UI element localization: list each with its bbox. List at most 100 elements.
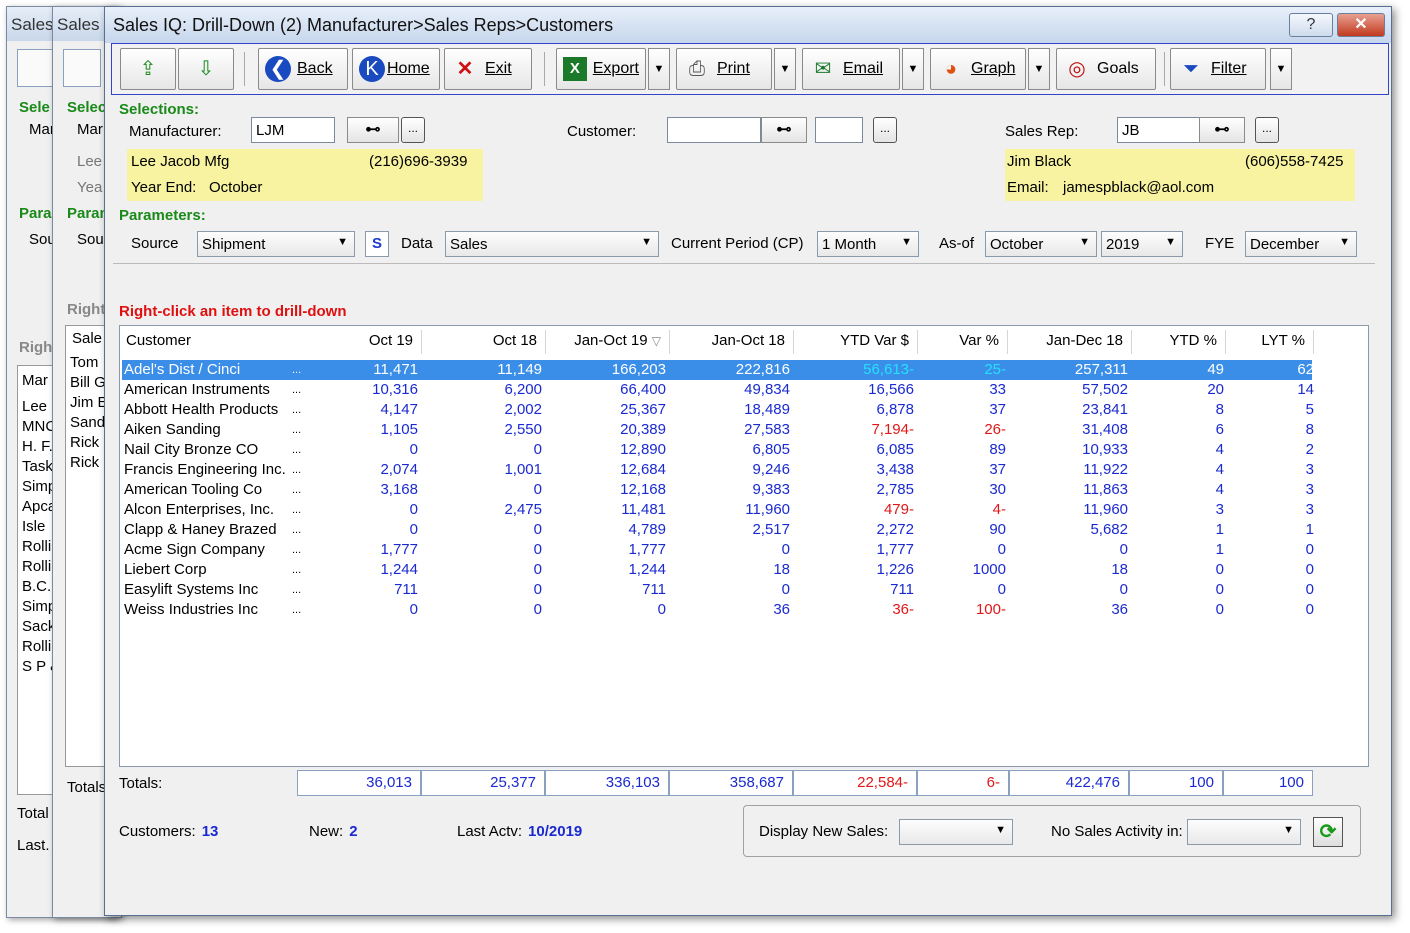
- bg1-list-item[interactable]: H. F.: [22, 438, 53, 455]
- bg1-list-item[interactable]: Sack: [22, 618, 55, 635]
- cell-customer-name: American Instruments: [124, 381, 270, 398]
- bg2-toolbar-icon[interactable]: [63, 49, 101, 87]
- bg1-list-item[interactable]: B.C.: [22, 578, 51, 595]
- customer-more-button[interactable]: ...: [873, 117, 897, 143]
- goals-button[interactable]: ◎ Goals: [1056, 48, 1156, 90]
- data-select[interactable]: Sales ▼: [445, 231, 659, 257]
- column-header-var-pct[interactable]: Var %: [918, 330, 1008, 354]
- manufacturer-input[interactable]: LJM: [251, 117, 335, 143]
- customer-input[interactable]: [667, 117, 761, 143]
- cell-ytd-pct: 3: [1215, 501, 1224, 518]
- cell-ytd-var: 36-: [892, 601, 914, 618]
- exit-button[interactable]: ✕ Exit: [444, 48, 532, 90]
- fye-select[interactable]: December ▼: [1245, 231, 1357, 257]
- cell-oct19: 2,074: [380, 461, 418, 478]
- print-button[interactable]: ⎙ Print: [676, 48, 772, 90]
- table-row[interactable]: Adel's Dist / Cinci... 11,471 11,149 166,20…: [122, 360, 1314, 380]
- column-header-oct18[interactable]: Oct 18: [422, 330, 546, 354]
- customer-grid[interactable]: Customer Oct 19 Oct 18 Jan-Oct 19 ▽ Jan-…: [119, 325, 1369, 767]
- bg2-list[interactable]: Sale Tom Bill G Jim E Sand Rick Rick: [65, 325, 108, 767]
- year-end-label: Year End:: [131, 179, 197, 196]
- table-row[interactable]: Alcon Enterprises, Inc.... 0 2,475 11,481 11…: [122, 500, 1314, 520]
- column-header-ytd-pct[interactable]: YTD %: [1132, 330, 1226, 354]
- help-button[interactable]: ?: [1289, 13, 1333, 37]
- table-row[interactable]: Francis Engineering Inc.... 2,074 1,001 12,…: [122, 460, 1314, 480]
- table-row[interactable]: Acme Sign Company... 1,777 0 1,777 0 1,777 0 0 1…: [122, 540, 1314, 560]
- email-dropdown[interactable]: ▼: [902, 48, 924, 90]
- bg1-list[interactable]: Mar Lee MNC H. F. Task Simp Apca Isle Ro…: [17, 365, 60, 795]
- drill-down-button[interactable]: ⇩: [178, 48, 234, 90]
- bg2-list-item[interactable]: Rick: [70, 454, 99, 471]
- column-header-jandec18[interactable]: Jan-Dec 18: [1008, 330, 1132, 354]
- bg1-list-item[interactable]: Task: [22, 458, 53, 475]
- sales-rep-lookup-button[interactable]: ⊷: [1199, 117, 1245, 143]
- filter-button[interactable]: ⏷ Filter: [1170, 48, 1266, 90]
- table-row[interactable]: American Instruments... 10,316 6,200 66,400…: [122, 380, 1314, 400]
- cell-var-pct: 26-: [984, 421, 1006, 438]
- current-period-select[interactable]: 1 Month ▼: [817, 231, 919, 257]
- graph-button[interactable]: ◕ Graph: [930, 48, 1026, 90]
- close-button[interactable]: ✕: [1337, 13, 1385, 37]
- bg1-list-item[interactable]: Lee: [22, 398, 47, 415]
- manufacturer-more-button[interactable]: ...: [401, 117, 425, 143]
- bg1-list-item[interactable]: Rolli: [22, 538, 51, 555]
- sales-rep-info-panel: Jim Black (606)558-7425 Email: jamespbla…: [1005, 149, 1355, 201]
- export-dropdown[interactable]: ▼: [648, 48, 670, 90]
- cell-customer-name: Alcon Enterprises, Inc.: [124, 501, 275, 518]
- table-row[interactable]: American Tooling Co... 3,168 0 12,168 9,383 2…: [122, 480, 1314, 500]
- drill-up-button[interactable]: ⇪: [120, 48, 176, 90]
- cell-janoct19: 1,244: [628, 561, 666, 578]
- no-sales-activity-select[interactable]: ▼: [1187, 819, 1301, 845]
- back-button[interactable]: ❮ Back: [258, 48, 348, 90]
- table-row[interactable]: Aiken Sanding... 1,105 2,550 20,389 27,583 7,…: [122, 420, 1314, 440]
- table-row[interactable]: Liebert Corp... 1,244 0 1,244 18 1,226 1000 18 0…: [122, 560, 1314, 580]
- manufacturer-lookup-button[interactable]: ⊷: [347, 117, 399, 143]
- column-header-janoct19[interactable]: Jan-Oct 19 ▽: [546, 330, 670, 354]
- table-row[interactable]: Weiss Industries Inc... 0 0 0 36 36- 100- 36 0 0: [122, 600, 1314, 620]
- cell-janoct19: 0: [657, 601, 666, 618]
- sales-rep-input[interactable]: JB: [1117, 117, 1201, 143]
- bg2-list-item[interactable]: Sand: [70, 414, 105, 431]
- bg2-list-item[interactable]: Rick: [70, 434, 99, 451]
- bg1-toolbar-icon[interactable]: [17, 49, 55, 87]
- email-button[interactable]: ✉ Email: [802, 48, 900, 90]
- export-button[interactable]: X Export: [556, 48, 646, 90]
- filter-dropdown[interactable]: ▼: [1270, 48, 1292, 90]
- source-s-button[interactable]: S: [365, 231, 389, 257]
- table-row[interactable]: Easylift Systems Inc... 711 0 711 0 711 0 0 0 0: [122, 580, 1314, 600]
- table-row[interactable]: Abbott Health Products... 4,147 2,002 25,36…: [122, 400, 1314, 420]
- table-row[interactable]: Nail City Bronze CO... 0 0 12,890 6,805 6,085…: [122, 440, 1314, 460]
- customer-lookup-button[interactable]: ⊷: [761, 117, 807, 143]
- sales-rep-more-button[interactable]: ...: [1255, 117, 1279, 143]
- display-new-sales-select[interactable]: ▼: [899, 819, 1013, 845]
- cell-ytd-pct: 8: [1215, 401, 1224, 418]
- cell-jandec18: 31,408: [1082, 421, 1128, 438]
- bg1-list-item[interactable]: Rolli: [22, 638, 51, 655]
- title-bar[interactable]: Sales IQ: Drill-Down (2) Manufacturer>Sa…: [105, 7, 1391, 43]
- sales-rep-phone: (606)558-7425: [1245, 153, 1344, 170]
- as-of-year-select[interactable]: 2019 ▼: [1101, 231, 1183, 257]
- print-dropdown[interactable]: ▼: [774, 48, 796, 90]
- refresh-button[interactable]: ⟳: [1313, 817, 1343, 847]
- customer-extra-input[interactable]: [815, 117, 863, 143]
- graph-dropdown[interactable]: ▼: [1028, 48, 1050, 90]
- column-header-oct19[interactable]: Oct 19: [302, 330, 422, 354]
- current-period-value: 1 Month: [822, 236, 877, 253]
- column-header-customer[interactable]: Customer: [120, 330, 302, 354]
- source-select[interactable]: Shipment ▼: [197, 231, 355, 257]
- bg1-list-item[interactable]: Isle: [22, 518, 45, 535]
- bg2-list-item[interactable]: Bill G: [70, 374, 106, 391]
- column-header-lyt-pct[interactable]: LYT %: [1226, 330, 1314, 354]
- column-header-ytd-var[interactable]: YTD Var $: [794, 330, 918, 354]
- table-row[interactable]: Clapp & Haney Brazed... 0 0 4,789 2,517 2,272…: [122, 520, 1314, 540]
- sort-descending-icon: ▽: [651, 334, 661, 348]
- bg1-list-item[interactable]: Rolli: [22, 558, 51, 575]
- as-of-month-select[interactable]: October ▼: [985, 231, 1097, 257]
- bg2-list-item[interactable]: Tom: [70, 354, 98, 371]
- binoculars-icon: ⊷: [776, 121, 792, 138]
- home-button[interactable]: K Home: [352, 48, 440, 90]
- column-header-janoct18[interactable]: Jan-Oct 18: [670, 330, 794, 354]
- bg2-list-item[interactable]: Jim E: [70, 394, 108, 411]
- cell-oct19: 711: [394, 581, 418, 598]
- main-window[interactable]: Sales IQ: Drill-Down (2) Manufacturer>Sa…: [104, 6, 1392, 916]
